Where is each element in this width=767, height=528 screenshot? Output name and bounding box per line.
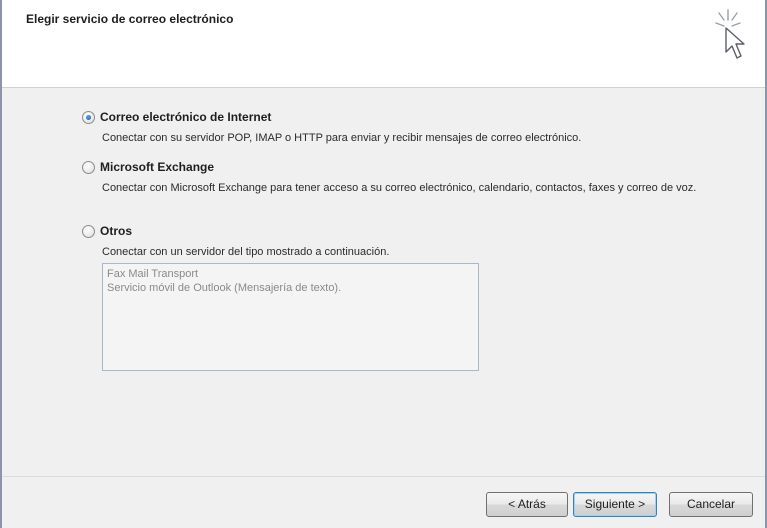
- option-others-label[interactable]: Otros: [100, 224, 132, 238]
- back-button[interactable]: < Atrás: [486, 492, 568, 517]
- wizard-cursor-icon: [715, 9, 745, 59]
- footer-divider: [2, 476, 765, 477]
- next-button[interactable]: Siguiente >: [573, 492, 657, 517]
- list-item[interactable]: Fax Mail Transport: [107, 267, 474, 281]
- radio-microsoft-exchange[interactable]: [82, 161, 95, 174]
- cancel-button[interactable]: Cancelar: [669, 492, 753, 517]
- radio-internet-email[interactable]: [82, 111, 95, 124]
- list-item[interactable]: Servicio móvil de Outlook (Mensajería de…: [107, 281, 474, 295]
- wizard-header: Elegir servicio de correo electrónico: [2, 0, 765, 88]
- option-microsoft-exchange-description: Conectar con Microsoft Exchange para ten…: [102, 182, 697, 194]
- option-internet-email-label[interactable]: Correo electrónico de Internet: [100, 110, 271, 124]
- option-others-description: Conectar con un servidor del tipo mostra…: [102, 246, 390, 258]
- radio-others[interactable]: [82, 225, 95, 238]
- page-title: Elegir servicio de correo electrónico: [26, 12, 234, 26]
- option-internet-email-description: Conectar con su servidor POP, IMAP o HTT…: [102, 132, 582, 144]
- option-microsoft-exchange-label[interactable]: Microsoft Exchange: [100, 160, 214, 174]
- other-services-list[interactable]: Fax Mail Transport Servicio móvil de Out…: [102, 263, 479, 371]
